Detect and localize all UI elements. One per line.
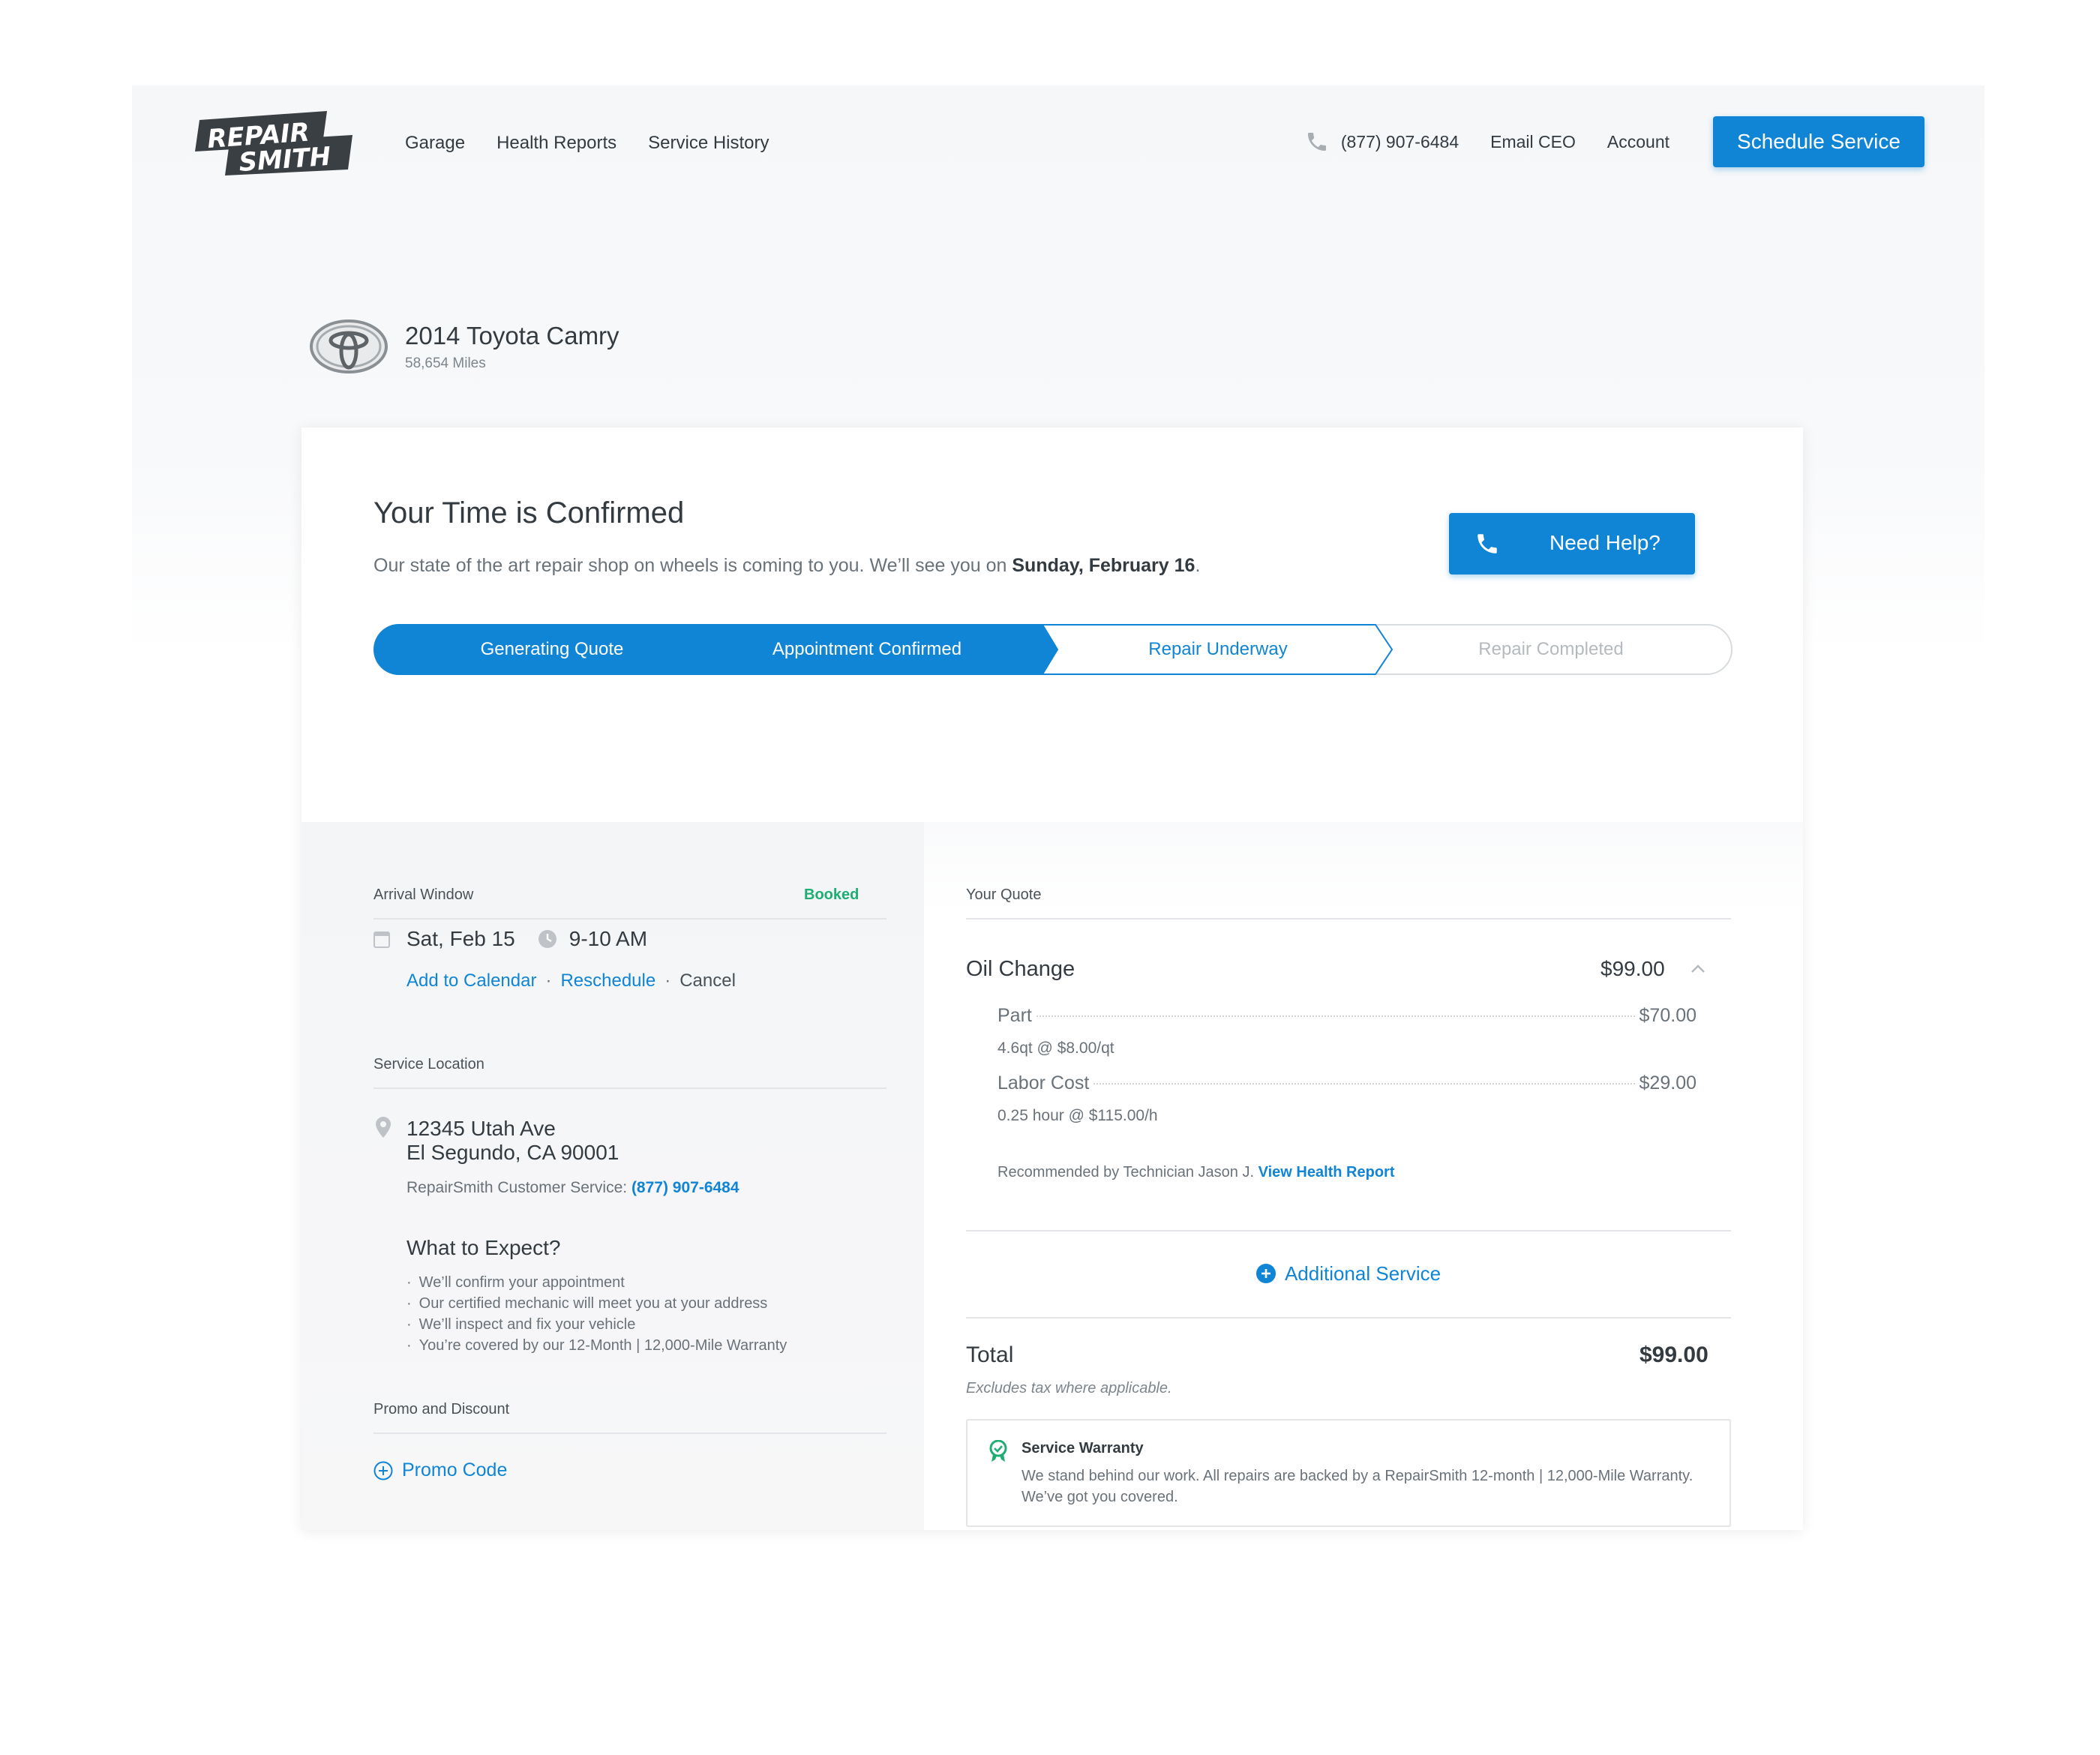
- service-name: Oil Change: [966, 957, 1076, 981]
- appointment-actions: Add to Calendar · Reschedule · Cancel: [406, 970, 736, 992]
- phone-icon: [1478, 534, 1497, 554]
- reschedule-link[interactable]: Reschedule: [560, 970, 656, 992]
- total-amount: $99.00: [1640, 1342, 1708, 1367]
- divider: [374, 1432, 886, 1434]
- vehicle-summary: 2014 Toyota Camry 58,654 Miles: [309, 318, 620, 375]
- add-to-calendar-link[interactable]: Add to Calendar: [406, 970, 536, 992]
- confirmation-subtitle: Our state of the art repair shop on whee…: [374, 555, 1201, 576]
- header-phone-number: (877) 907-6484: [1340, 131, 1460, 152]
- divider: [374, 1088, 886, 1089]
- list-item: You’re covered by our 12-Month | 12,000-…: [406, 1335, 788, 1356]
- divider: [374, 918, 886, 920]
- plus-circle-icon: [374, 1461, 393, 1480]
- service-price: $99.00: [1600, 957, 1665, 980]
- confirmation-title: Your Time is Confirmed: [374, 496, 685, 530]
- dot-leader: [1094, 1083, 1635, 1084]
- svg-text:SMITH: SMITH: [238, 142, 332, 177]
- vehicle-mileage: 58,654 Miles: [405, 356, 486, 371]
- additional-service-label: Additional Service: [1284, 1262, 1442, 1285]
- quote-panel: Your Quote Oil Change $99.00 Part $70.00…: [924, 822, 1803, 1530]
- warranty-body: We stand behind our work. All repairs ar…: [1022, 1468, 1694, 1505]
- step-repair-completed: Repair Completed: [1478, 639, 1624, 659]
- toyota-logo-icon: [310, 320, 388, 374]
- appointment-card: Your Time is Confirmed Our state of the …: [302, 428, 1803, 1530]
- phone-icon: [1307, 133, 1326, 151]
- header-actions: (877) 907-6484 Email CEO Account Schedul…: [1305, 116, 1924, 168]
- promo-discount-label: Promo and Discount: [374, 1401, 510, 1418]
- account-link[interactable]: Account: [1607, 132, 1670, 152]
- dot-leader: [1036, 1016, 1635, 1017]
- promo-code-label: Promo Code: [402, 1460, 508, 1480]
- repairsmith-logo[interactable]: REPAIR SMITH: [194, 110, 354, 178]
- email-ceo-link[interactable]: Email CEO: [1490, 132, 1576, 152]
- top-header: REPAIR SMITH Garage Health Reports Servi…: [132, 86, 1984, 206]
- clock-icon: [538, 930, 556, 948]
- line-detail: 0.25 hour @ $115.00/h: [998, 1107, 1158, 1124]
- plus-circle-icon: [1256, 1264, 1276, 1283]
- line-detail: 4.6qt @ $8.00/qt: [998, 1040, 1114, 1057]
- line-label: Labor Cost: [998, 1072, 1090, 1094]
- schedule-service-button[interactable]: Schedule Service: [1713, 116, 1924, 167]
- what-to-expect-list: We’ll confirm your appointment Our certi…: [406, 1272, 788, 1356]
- step-repair-underway: Repair Underway: [1148, 639, 1288, 659]
- status-progress: Generating Quote Appointment Confirmed R…: [374, 624, 1732, 675]
- separator: ·: [664, 970, 671, 991]
- appointment-details: Arrival Window Booked Sat, Feb 15 9-10 A…: [302, 822, 924, 1530]
- separator: ·: [545, 970, 552, 991]
- list-item: Our certified mechanic will meet you at …: [406, 1293, 787, 1314]
- line-amount: $70.00: [1639, 1005, 1696, 1026]
- total-tax-note: Excludes tax where applicable.: [966, 1380, 1172, 1396]
- arrival-window-label: Arrival Window: [374, 886, 474, 903]
- line-label: Part: [998, 1005, 1032, 1026]
- divider: [966, 1317, 1731, 1318]
- arrival-time: 9-10 AM: [568, 927, 648, 950]
- additional-service-button[interactable]: Additional Service: [966, 1230, 1731, 1317]
- list-item: We’ll inspect and fix your vehicle: [406, 1314, 787, 1335]
- list-item: We’ll confirm your appointment: [406, 1272, 787, 1293]
- need-help-label: Need Help?: [1550, 531, 1660, 554]
- step-generating-quote: Generating Quote: [480, 639, 624, 659]
- warranty-badge-icon: [989, 1440, 1007, 1462]
- service-warranty-box: Service Warranty We stand behind our wor…: [966, 1419, 1731, 1527]
- booked-status-badge: Booked: [804, 886, 860, 903]
- arrival-datetime: Sat, Feb 15 9-10 AM: [374, 927, 647, 951]
- nav-service-history[interactable]: Service History: [648, 130, 769, 156]
- cancel-link[interactable]: Cancel: [680, 970, 736, 992]
- need-help-button[interactable]: Need Help?: [1449, 513, 1695, 574]
- customer-service-phone-link[interactable]: (877) 907-6484: [632, 1179, 740, 1196]
- line-amount: $29.00: [1639, 1072, 1696, 1094]
- main-nav: Garage Health Reports Service History: [405, 130, 770, 156]
- service-location-label: Service Location: [374, 1056, 484, 1072]
- your-quote-label: Your Quote: [966, 886, 1042, 903]
- quote-line-part: Part $70.00: [998, 1005, 1696, 1027]
- warranty-title: Service Warranty: [1022, 1440, 1144, 1456]
- vehicle-info: 2014 Toyota Camry 58,654 Miles: [405, 321, 620, 372]
- chevron-up-icon[interactable]: [1689, 963, 1707, 975]
- nav-health-reports[interactable]: Health Reports: [496, 130, 616, 156]
- appointment-date: Sunday, February 16: [1012, 555, 1196, 576]
- recommendation-line: Recommended by Technician Jason J. View …: [998, 1164, 1395, 1180]
- page-frame: REPAIR SMITH Garage Health Reports Servi…: [132, 86, 1984, 1683]
- nav-garage[interactable]: Garage: [405, 130, 465, 156]
- step-appointment-confirmed: Appointment Confirmed: [772, 639, 962, 659]
- quote-line-labor: Labor Cost $29.00: [998, 1072, 1696, 1094]
- vehicle-name: 2014 Toyota Camry: [405, 322, 620, 350]
- total-label: Total: [966, 1342, 1014, 1367]
- header-phone-link[interactable]: (877) 907-6484: [1305, 130, 1459, 154]
- promo-code-button[interactable]: Promo Code: [374, 1460, 507, 1481]
- location-pin-icon: [376, 1117, 391, 1138]
- calendar-icon: [374, 932, 390, 948]
- address-line-2: El Segundo, CA 90001: [406, 1141, 620, 1164]
- customer-service-line: RepairSmith Customer Service: (877) 907-…: [406, 1179, 740, 1196]
- divider: [966, 918, 1731, 920]
- arrival-date: Sat, Feb 15: [406, 927, 515, 950]
- what-to-expect-title: What to Expect?: [406, 1236, 561, 1259]
- view-health-report-link[interactable]: View Health Report: [1258, 1164, 1395, 1180]
- address-line-1: 12345 Utah Ave: [406, 1117, 556, 1140]
